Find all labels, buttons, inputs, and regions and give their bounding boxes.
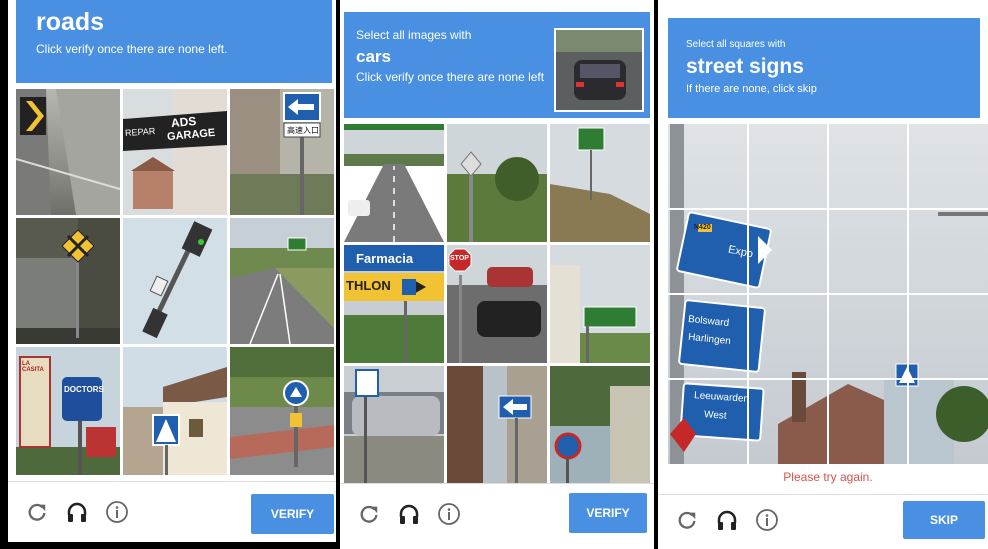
la-casita-sign-text: LA CASITA: [22, 361, 44, 373]
green-sign-hill-tile[interactable]: [550, 124, 650, 242]
thlon-sign-text: THLON: [346, 278, 391, 293]
grid-square[interactable]: [828, 379, 908, 464]
challenge-header: Select all images with cars Click verify…: [344, 12, 650, 118]
roundabout-sign-tile[interactable]: [230, 347, 334, 475]
challenge-instruction: Click verify once there are none left: [356, 70, 545, 84]
captcha-footer: VERIFY: [8, 481, 336, 542]
challenge-keyword: cars: [356, 47, 391, 66]
street-sign-image: Expo N420 Bolsward Harlingen Leeuwarden …: [668, 124, 988, 464]
verify-button[interactable]: VERIFY: [251, 494, 334, 534]
grid-square[interactable]: [748, 294, 828, 379]
reload-icon[interactable]: [24, 499, 50, 525]
ads-sign-text: ADS: [170, 113, 197, 131]
arrow-sign-street-tile[interactable]: [447, 366, 547, 484]
traffic-light-tile[interactable]: [123, 218, 227, 344]
captcha-panel-roads: roads Click verify once there are none l…: [8, 0, 336, 542]
reload-icon[interactable]: [356, 501, 382, 527]
stop-sign-cars-tile[interactable]: STOP: [447, 245, 547, 363]
diamond-sign-trees-tile[interactable]: [447, 124, 547, 242]
grid-square[interactable]: [828, 294, 908, 379]
skip-button[interactable]: SKIP: [903, 501, 985, 539]
grid-square[interactable]: [828, 209, 908, 294]
sample-car-image: [554, 28, 644, 112]
green-street-sign-tile[interactable]: [550, 245, 650, 363]
error-message: Please try again.: [783, 470, 873, 484]
grid-square[interactable]: [908, 124, 988, 209]
challenge-header: roads Click verify once there are none l…: [16, 0, 332, 83]
doctors-sign-text: DOCTORS: [64, 385, 104, 394]
challenge-prefix: Select all images with: [356, 28, 472, 42]
info-icon[interactable]: [436, 501, 462, 527]
stop-sign-icon: [447, 245, 547, 363]
farmacia-sign-tile[interactable]: Farmacia THLON: [344, 245, 444, 363]
reload-icon[interactable]: [674, 507, 700, 533]
farmacia-sign-text: Farmacia: [356, 251, 414, 266]
grid-square[interactable]: [748, 209, 828, 294]
audio-headphones-icon[interactable]: [396, 501, 422, 527]
image-grid: Farmacia THLON STOP: [344, 124, 650, 484]
doctors-sign-tile[interactable]: DOCTORS LA CASITA: [16, 347, 120, 475]
chevron-road-sign-tile[interactable]: [16, 89, 120, 215]
grid-square[interactable]: [668, 294, 748, 379]
grid-square[interactable]: [668, 209, 748, 294]
grid-square[interactable]: [668, 124, 748, 209]
image-grid: ADS GARAGE REPAR 高速入口 DOCTORS LA CASITA: [16, 89, 334, 475]
challenge-instruction: Click verify once there are none left.: [36, 42, 228, 56]
grid-squares: [668, 124, 988, 464]
challenge-header: Select all squares with street signs If …: [668, 18, 980, 118]
house-crosswalk-sign-tile[interactable]: [123, 347, 227, 475]
repar-sign-text: REPAR: [124, 125, 156, 139]
highway-road-tile[interactable]: [230, 218, 334, 344]
grid-square[interactable]: [748, 379, 828, 464]
rail-crossing-sign-tile[interactable]: [16, 218, 120, 344]
captcha-panel-street-signs: Select all squares with street signs If …: [658, 0, 988, 549]
grid-square[interactable]: [748, 124, 828, 209]
captcha-footer: VERIFY: [340, 483, 654, 544]
parked-car-sign-tile[interactable]: [344, 366, 444, 484]
chevron-road-sign-icon: [16, 89, 120, 215]
round-sign-trees-tile[interactable]: [550, 366, 650, 484]
audio-headphones-icon[interactable]: [64, 499, 90, 525]
challenge-keyword: street signs: [686, 55, 804, 78]
highway-cars-tile[interactable]: [344, 124, 444, 242]
grid-square[interactable]: [908, 294, 988, 379]
stop-sign-text: STOP: [450, 255, 469, 262]
info-icon[interactable]: [104, 499, 130, 525]
left-arrow-sign-tile[interactable]: 高速入口: [230, 89, 334, 215]
traffic-light-icon: [123, 218, 227, 344]
captcha-panel-cars: Select all images with cars Click verify…: [340, 0, 654, 549]
verify-button[interactable]: VERIFY: [569, 493, 647, 533]
challenge-prefix: Select all squares with: [686, 39, 786, 50]
ads-garage-sign-tile[interactable]: ADS GARAGE REPAR: [123, 89, 227, 215]
audio-headphones-icon[interactable]: [714, 507, 740, 533]
challenge-keyword: roads: [36, 8, 105, 36]
grid-square[interactable]: [668, 379, 748, 464]
info-icon[interactable]: [754, 507, 780, 533]
challenge-instruction: If there are none, click skip: [686, 83, 817, 95]
captcha-footer: SKIP: [658, 494, 988, 545]
grid-square[interactable]: [908, 209, 988, 294]
chinese-sign-text: 高速入口: [287, 126, 319, 135]
grid-square[interactable]: [908, 379, 988, 464]
grid-square[interactable]: [828, 124, 908, 209]
